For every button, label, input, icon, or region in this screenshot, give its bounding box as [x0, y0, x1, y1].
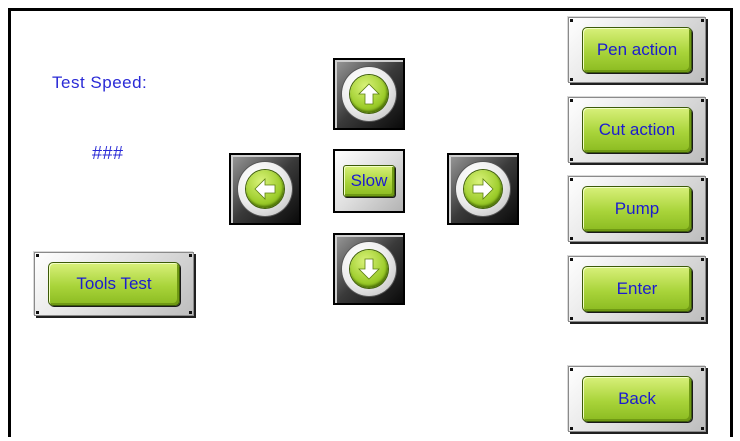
pen-action-label: Pen action: [582, 27, 692, 73]
jog-up-button[interactable]: [333, 58, 405, 130]
jog-left-button[interactable]: [229, 153, 301, 225]
hmi-screen: Test Speed: ### Tools Test Slow Pen acti…: [8, 8, 733, 437]
jog-right-button[interactable]: [447, 153, 519, 225]
cut-action-label: Cut action: [582, 107, 692, 153]
pump-label: Pump: [582, 186, 692, 232]
tools-test-label: Tools Test: [48, 262, 180, 306]
arrow-right-icon: [472, 178, 494, 200]
slow-label: Slow: [343, 165, 395, 197]
arrow-left-icon: [254, 178, 276, 200]
test-speed-value: ###: [92, 143, 124, 163]
pen-action-button[interactable]: Pen action: [568, 17, 706, 83]
test-speed-label: Test Speed:: [52, 73, 148, 92]
tools-test-button[interactable]: Tools Test: [34, 252, 194, 316]
enter-label: Enter: [582, 266, 692, 312]
pump-button[interactable]: Pump: [568, 176, 706, 242]
enter-button[interactable]: Enter: [568, 256, 706, 322]
cut-action-button[interactable]: Cut action: [568, 97, 706, 163]
back-label: Back: [582, 376, 692, 422]
arrow-down-icon: [358, 258, 380, 280]
slow-speed-button[interactable]: Slow: [333, 149, 405, 213]
back-button[interactable]: Back: [568, 366, 706, 432]
arrow-up-icon: [358, 83, 380, 105]
jog-down-button[interactable]: [333, 233, 405, 305]
